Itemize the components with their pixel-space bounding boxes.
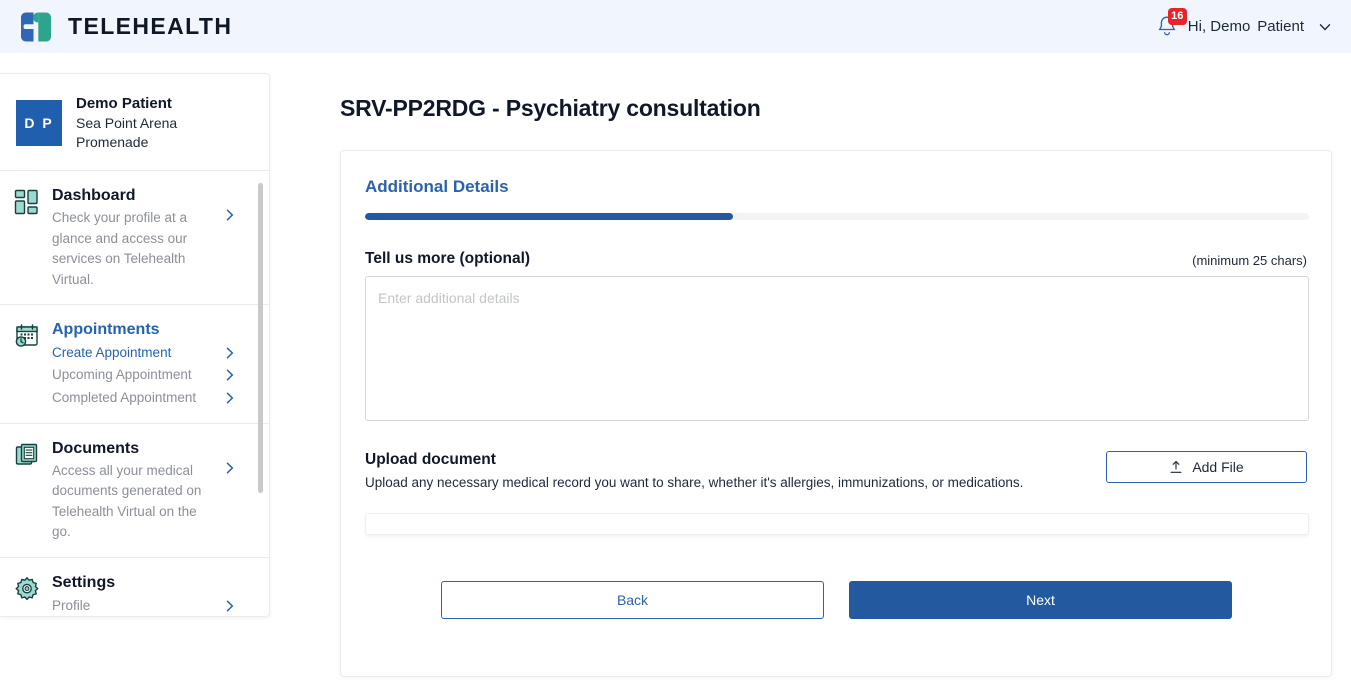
progress-bar-track xyxy=(365,213,1309,220)
brand-name: TELEHEALTH xyxy=(68,13,233,39)
sidebar-item-appointments[interactable]: Appointments Create Appointment Upcoming… xyxy=(0,305,269,424)
telehealth-ea-logo-icon xyxy=(21,12,51,41)
dashboard-grid-icon xyxy=(14,189,38,215)
chevron-down-icon[interactable] xyxy=(1317,19,1333,35)
additional-details-textarea[interactable] xyxy=(365,276,1309,421)
user-name-label: Patient xyxy=(1257,18,1304,35)
uploaded-files-list xyxy=(365,513,1309,535)
documents-stack-icon xyxy=(15,443,38,465)
top-header-bar: TELEHEALTH 16 Hi, Demo Patient xyxy=(0,0,1351,53)
sidebar-group-desc-documents: Access all your medical documents genera… xyxy=(52,462,202,540)
details-field-header: Tell us more (optional) (minimum 25 char… xyxy=(365,250,1307,268)
greeting-label: Hi, Demo xyxy=(1187,18,1251,35)
chevron-right-icon[interactable] xyxy=(223,208,237,222)
sidebar-sublink-label: Create Appointment xyxy=(52,345,172,361)
page-title: SRV-PP2RDG - Psychiatry consultation xyxy=(340,95,761,121)
sidebar-nav-scroll-area: Dashboard Check your profile at a glance… xyxy=(0,171,269,616)
additional-details-card: Additional Details Tell us more (optiona… xyxy=(340,150,1332,677)
add-file-label: Add File xyxy=(1192,459,1244,475)
form-actions: Back Next xyxy=(365,581,1307,619)
upload-document-description: Upload any necessary medical record you … xyxy=(365,475,1024,490)
sidebar-sublink-label: Profile xyxy=(52,597,91,613)
sidebar-group-title-appointments: Appointments xyxy=(52,321,160,339)
sidebar-subitem-profile[interactable]: Profile xyxy=(52,595,253,616)
user-menu-area[interactable]: 16 Hi, Demo Patient xyxy=(1155,7,1351,41)
sidebar-item-dashboard[interactable]: Dashboard Check your profile at a glance… xyxy=(0,171,269,306)
chevron-right-icon[interactable] xyxy=(223,599,237,613)
sidebar-group-title-documents: Documents xyxy=(52,439,140,457)
greeting-text: Hi, Demo Patient xyxy=(1188,18,1304,35)
profile-name: Demo Patient xyxy=(76,95,172,112)
notification-bell-button[interactable]: 16 xyxy=(1155,7,1187,41)
sidebar-subitem-create-appointment[interactable]: Create Appointment xyxy=(52,342,253,364)
sidebar-sublink-label: Completed Appointment xyxy=(52,389,197,405)
sidebar-item-documents[interactable]: Documents Access all your medical docume… xyxy=(0,424,269,558)
sidebar-group-title-dashboard: Dashboard xyxy=(52,187,136,205)
sidebar-profile[interactable]: D P Demo Patient Sea Point Arena Promena… xyxy=(0,74,269,172)
upload-document-label: Upload document xyxy=(365,451,496,468)
details-field-label: Tell us more (optional) xyxy=(365,250,531,267)
calendar-appointments-icon xyxy=(15,324,38,347)
main-content: SRV-PP2RDG - Psychiatry consultation Add… xyxy=(340,73,1332,677)
chevron-right-icon[interactable] xyxy=(223,368,237,382)
avatar: D P xyxy=(16,100,62,147)
upload-document-row: Upload document Upload any necessary med… xyxy=(365,451,1307,490)
chevron-right-icon[interactable] xyxy=(223,461,237,475)
settings-gear-icon xyxy=(15,577,39,601)
next-button[interactable]: Next xyxy=(849,581,1232,619)
upload-document-text: Upload document Upload any necessary med… xyxy=(365,451,1023,490)
brand-logo-area[interactable]: TELEHEALTH xyxy=(0,11,232,43)
chevron-right-icon[interactable] xyxy=(223,346,237,360)
add-file-button[interactable]: Add File xyxy=(1106,451,1307,483)
notification-count-badge: 16 xyxy=(1167,7,1187,25)
sidebar-subitem-upcoming-appointment[interactable]: Upcoming Appointment xyxy=(52,364,253,386)
profile-address: Sea Point Arena Promenade xyxy=(76,115,178,151)
sidebar-item-settings[interactable]: Settings Profile Payment History xyxy=(0,558,269,616)
sidebar-subitem-completed-appointment[interactable]: Completed Appointment xyxy=(52,387,253,409)
progress-bar-fill xyxy=(365,213,734,220)
sidebar-scrollbar-track[interactable] xyxy=(258,171,266,616)
chevron-right-icon[interactable] xyxy=(223,391,237,405)
upload-icon xyxy=(1170,460,1182,473)
sidebar-sublink-label: Upcoming Appointment xyxy=(52,367,192,383)
sidebar: D P Demo Patient Sea Point Arena Promena… xyxy=(0,73,270,617)
back-button[interactable]: Back xyxy=(441,581,824,619)
sidebar-scrollbar-thumb[interactable] xyxy=(258,183,263,494)
sidebar-group-desc-dashboard: Check your profile at a glance and acces… xyxy=(52,210,188,287)
step-title: Additional Details xyxy=(365,177,509,196)
sidebar-group-title-settings: Settings xyxy=(52,573,116,591)
details-min-chars-hint: (minimum 25 chars) xyxy=(1192,253,1307,268)
